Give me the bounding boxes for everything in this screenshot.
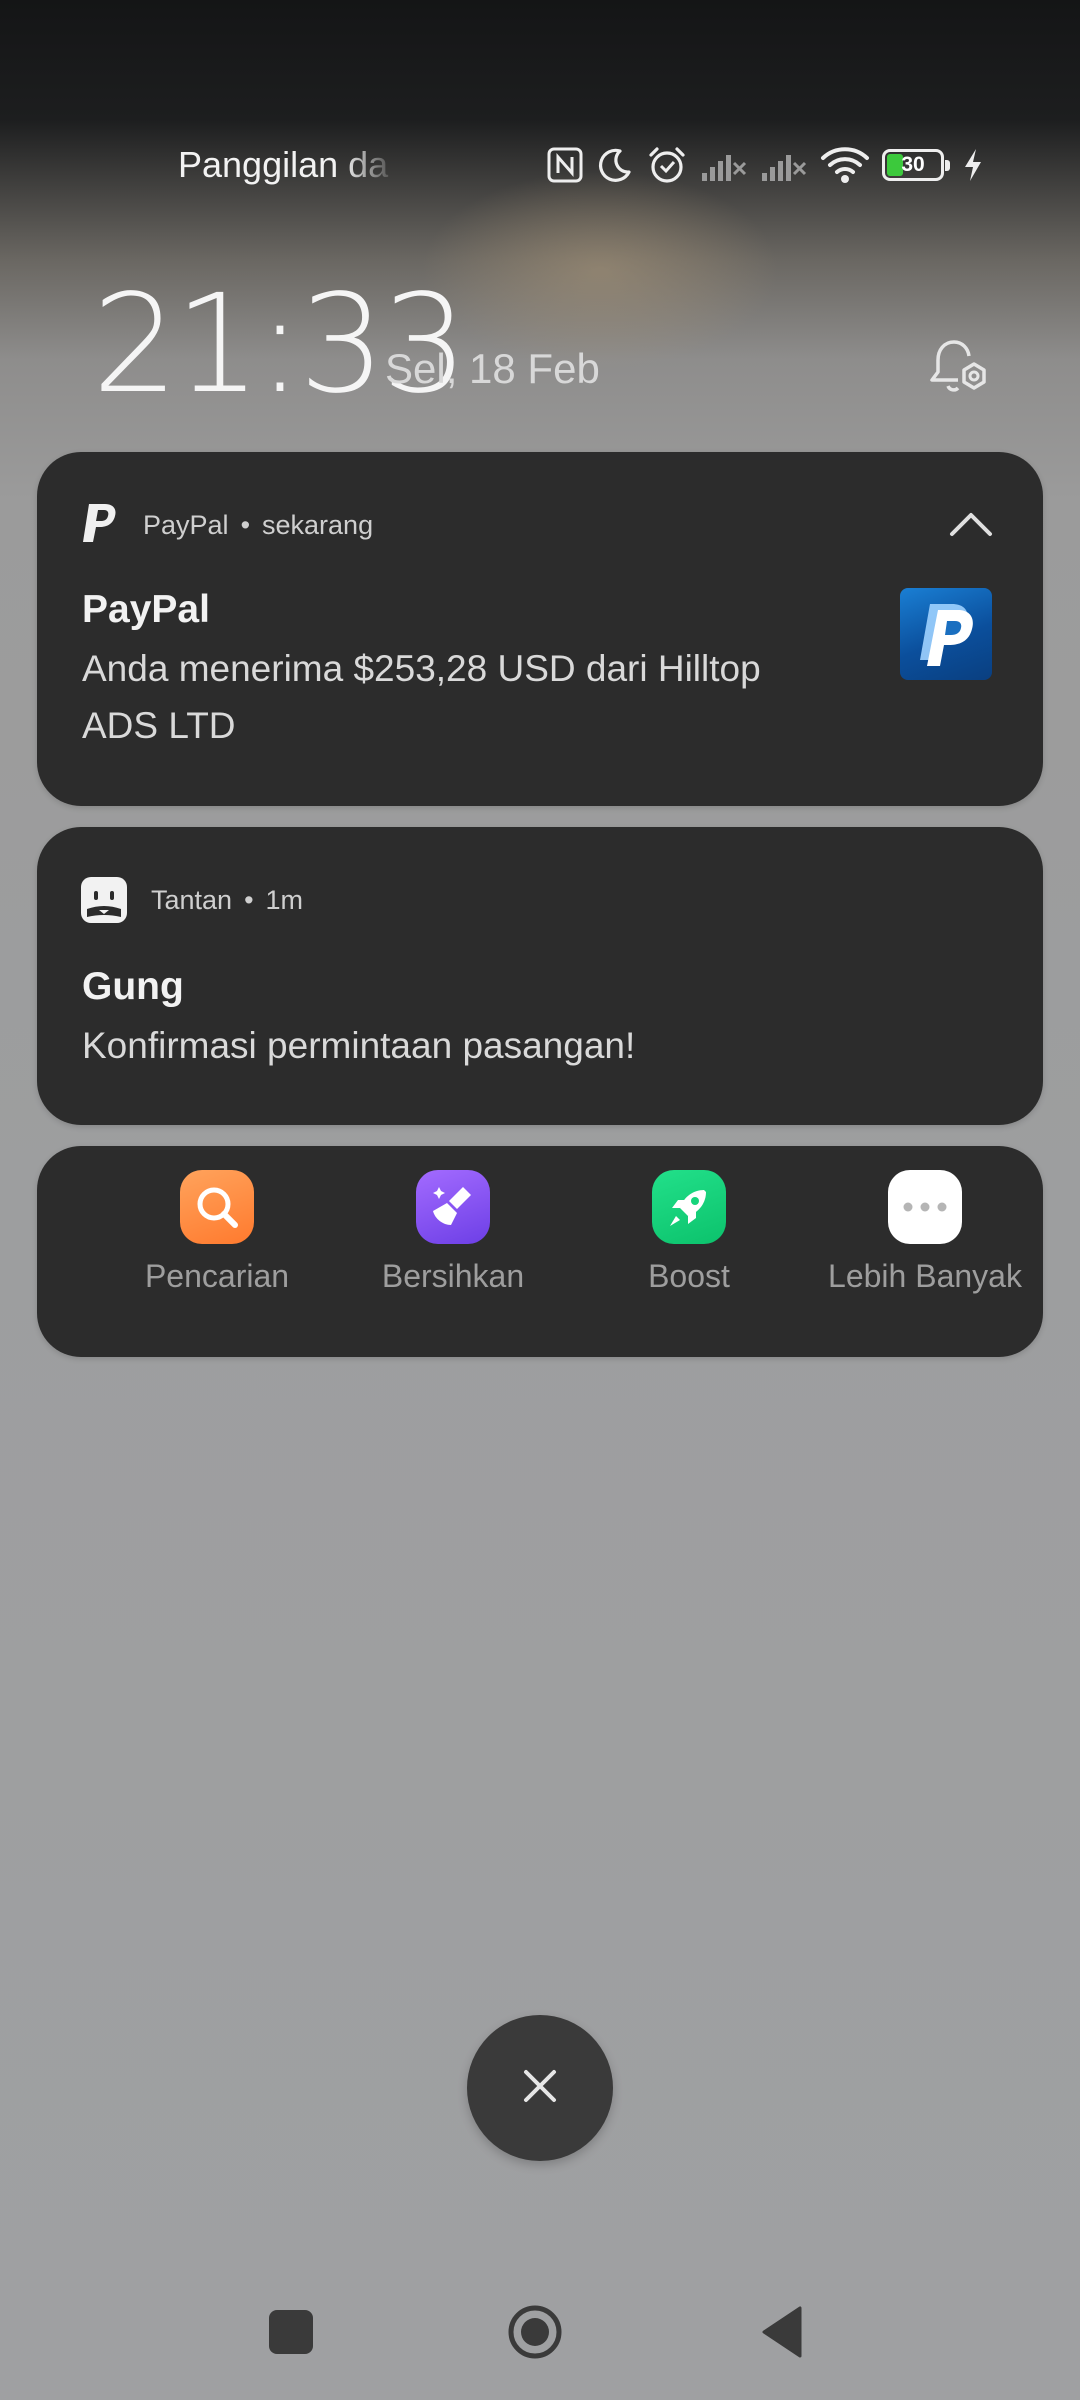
broom-icon	[416, 1170, 490, 1244]
notification-title: PayPal	[82, 588, 210, 631]
more-icon	[888, 1170, 962, 1244]
rocket-icon	[652, 1170, 726, 1244]
notification-app-name: Tantan	[151, 884, 233, 915]
signal-no-service-icon	[760, 147, 808, 183]
notification-body-line2: ADS LTD	[82, 705, 236, 746]
shortcut-boost[interactable]: Boost	[571, 1170, 807, 1295]
shortcut-search[interactable]: Pencarian	[99, 1170, 335, 1295]
signal-no-service-icon	[700, 147, 748, 183]
shortcut-more[interactable]: Lebih Banyak	[807, 1170, 1043, 1295]
clear-notifications-button[interactable]	[467, 2015, 613, 2161]
recents-button[interactable]	[269, 2310, 313, 2354]
collapse-chevron-icon[interactable]	[949, 510, 993, 543]
notification-app-name: PayPal	[143, 509, 229, 540]
notification-tantan[interactable]: Tantan • 1m Gung Konfirmasi permintaan p…	[37, 827, 1043, 1125]
status-bar: Panggilan da 30	[0, 130, 1080, 200]
paypal-logo-image	[900, 588, 992, 680]
shortcut-label: Bersihkan	[381, 1258, 525, 1294]
shortcut-label: Pencarian	[144, 1258, 290, 1294]
nfc-icon	[546, 146, 584, 184]
battery-level: 30	[901, 153, 925, 176]
alarm-icon	[646, 145, 688, 185]
notification-header: PayPal • sekarang	[81, 500, 373, 550]
notification-settings-icon[interactable]	[926, 336, 992, 403]
battery-icon: 30	[882, 149, 950, 181]
notification-time: sekarang	[262, 509, 374, 540]
tantan-app-icon	[81, 877, 127, 923]
notification-paypal[interactable]: PayPal • sekarang PayPal Anda menerima $…	[37, 452, 1043, 806]
close-icon	[520, 2066, 560, 2111]
notification-time: 1m	[265, 884, 304, 915]
background-glow	[420, 170, 780, 370]
notification-body-line1: Anda menerima $253,28 USD dari Hilltop	[82, 648, 761, 689]
notification-body: Konfirmasi permintaan pasangan!	[82, 1025, 636, 1066]
notification-title: Gung	[82, 965, 184, 1008]
quick-shortcuts-panel: Pencarian Bersihkan Boost Lebih Banyak	[37, 1146, 1043, 1357]
shortcut-label: Lebih Banyak	[828, 1258, 1022, 1294]
charging-icon	[962, 147, 984, 183]
wifi-icon	[820, 146, 870, 184]
notification-header: Tantan • 1m	[81, 875, 303, 925]
back-button[interactable]	[760, 2304, 804, 2365]
home-button[interactable]	[507, 2304, 563, 2360]
status-icons: 30	[546, 140, 984, 190]
separator-dot: •	[240, 509, 251, 540]
shortcut-cleaner[interactable]: Bersihkan	[335, 1170, 571, 1295]
lockscreen-date: Sel, 18 Feb	[385, 345, 600, 392]
shortcut-label: Boost	[648, 1258, 730, 1294]
separator-dot: •	[244, 884, 254, 915]
navigation-bar	[0, 2290, 1080, 2370]
paypal-app-icon	[81, 502, 119, 549]
carrier-text: Panggilan da	[178, 144, 389, 185]
search-icon	[180, 1170, 254, 1244]
moon-icon	[596, 146, 634, 184]
